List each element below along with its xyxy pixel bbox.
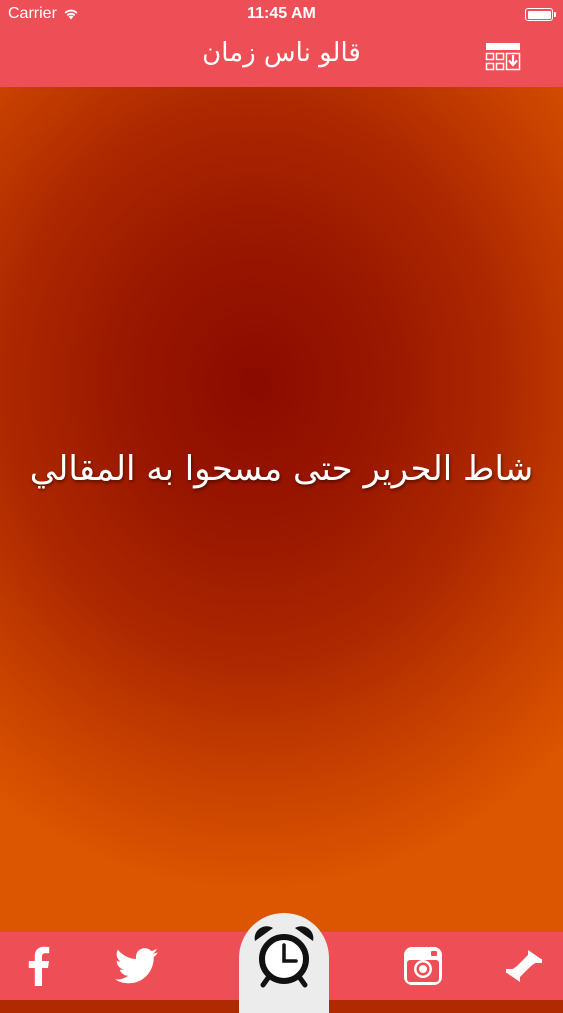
instagram-icon [404,947,442,985]
page-title: قالو ناس زمان [202,38,361,68]
facebook-icon [28,946,50,986]
instagram-share-button[interactable] [388,932,458,1000]
alarm-button[interactable] [239,913,329,1013]
saying-background[interactable]: شاط الحرير حتى مسحوا به المقالي [0,87,563,932]
nav-bar: قالو ناس زمان [0,30,563,87]
alarm-clock-icon [254,926,314,988]
download-list-icon [485,43,521,71]
twitter-icon [115,948,158,984]
saying-text: شاط الحرير حتى مسحوا به المقالي [29,449,534,489]
facebook-share-button[interactable] [3,932,73,1000]
status-time: 11:45 AM [247,5,316,22]
shuffle-arrows-icon [506,950,542,982]
status-bar: Carrier 11:45 AM [0,0,563,30]
twitter-share-button[interactable] [102,932,172,1000]
shuffle-button[interactable] [489,932,559,1000]
battery-icon [525,8,556,21]
download-list-button[interactable] [485,42,521,74]
battery-level [527,10,551,19]
